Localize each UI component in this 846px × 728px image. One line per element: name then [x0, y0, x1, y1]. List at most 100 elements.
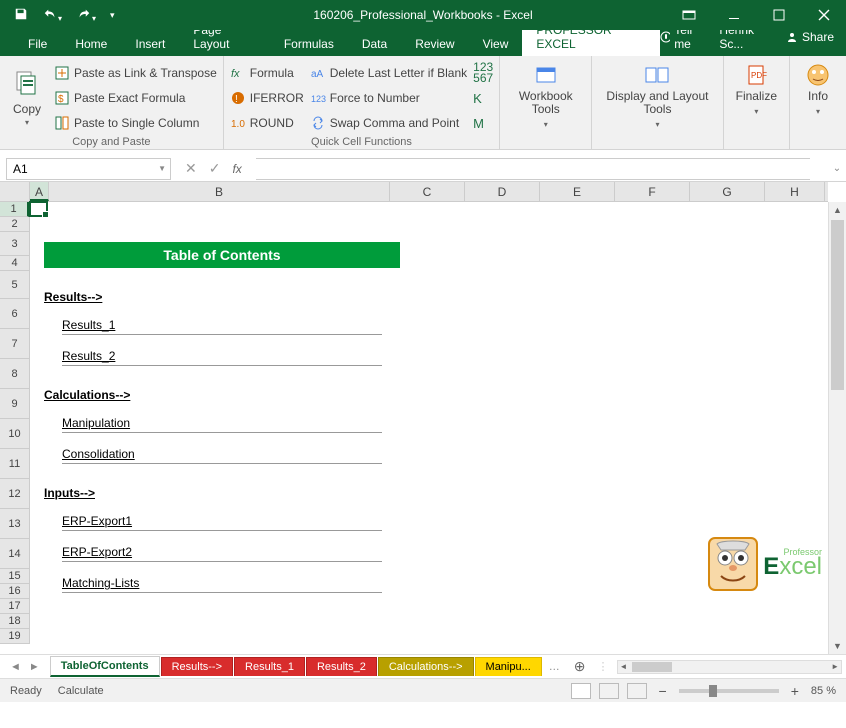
col-head-D[interactable]: D	[465, 182, 540, 201]
zoom-slider[interactable]	[679, 689, 779, 693]
horizontal-scrollbar[interactable]: ◄ ►	[617, 660, 842, 674]
zoom-out[interactable]: −	[655, 683, 671, 699]
row-head-10[interactable]: 10	[0, 419, 29, 449]
round-btn[interactable]: 1.0ROUND	[230, 112, 304, 134]
svg-text:aA: aA	[311, 69, 324, 80]
name-box[interactable]: A1▼	[6, 158, 171, 180]
status-ready: Ready	[10, 685, 42, 697]
row-head-16[interactable]: 16	[0, 584, 29, 599]
copy-button[interactable]: Copy ▾	[6, 60, 48, 134]
col-head-E[interactable]: E	[540, 182, 615, 201]
vertical-scrollbar[interactable]: ▲ ▼	[828, 202, 846, 654]
col-head-H[interactable]: H	[765, 182, 825, 201]
col-head-G[interactable]: G	[690, 182, 765, 201]
swap-comma[interactable]: Swap Comma and Point	[310, 112, 467, 134]
delete-last-letter[interactable]: aADelete Last Letter if Blank	[310, 62, 467, 84]
row-head-17[interactable]: 17	[0, 599, 29, 614]
minimize-icon[interactable]	[711, 0, 756, 30]
formula-input[interactable]	[256, 158, 810, 180]
workbook-tools[interactable]: Workbook Tools▾	[506, 60, 585, 145]
svg-text:1.0: 1.0	[231, 119, 245, 130]
tab-file[interactable]: File	[14, 33, 61, 56]
select-all-corner[interactable]	[0, 182, 30, 202]
finalize-btn[interactable]: PDF Finalize▾	[730, 60, 783, 145]
sheet-tab-toc[interactable]: TableOfContents	[50, 656, 160, 677]
sheet-nav-next[interactable]: ►	[29, 661, 40, 673]
row-head-5[interactable]: 5	[0, 271, 29, 299]
sheet-tab-results-1[interactable]: Results_1	[234, 657, 305, 676]
fx-icon[interactable]: fx	[232, 162, 241, 176]
paste-single-column[interactable]: Paste to Single Column	[54, 112, 217, 134]
row-head-12[interactable]: 12	[0, 479, 29, 509]
undo-icon[interactable]: ▾	[42, 7, 62, 24]
row-head-9[interactable]: 9	[0, 389, 29, 419]
paste-exact-formula[interactable]: $Paste Exact Formula	[54, 87, 217, 109]
col-head-B[interactable]: B	[49, 182, 390, 201]
tab-view[interactable]: View	[469, 33, 523, 56]
row-head-18[interactable]: 18	[0, 614, 29, 629]
view-pagelayout-icon[interactable]	[599, 683, 619, 699]
row-head-14[interactable]: 14	[0, 539, 29, 569]
expand-formula-bar[interactable]: ⌄	[828, 163, 846, 174]
row-head-4[interactable]: 4	[0, 256, 29, 271]
save-icon[interactable]	[14, 7, 28, 24]
zoom-level[interactable]: 85 %	[811, 685, 836, 697]
toc-link-results-2[interactable]: Results_2	[62, 349, 382, 366]
formula-btn[interactable]: fxFormula	[230, 62, 304, 84]
menu-tabs: File Home Insert Page Layout Formulas Da…	[0, 30, 846, 56]
iferror-btn[interactable]: !IFERROR	[230, 87, 304, 109]
row-head-19[interactable]: 19	[0, 629, 29, 644]
close-icon[interactable]	[801, 0, 846, 30]
view-pagebreak-icon[interactable]	[627, 683, 647, 699]
toc-link-consolidation[interactable]: Consolidation	[62, 447, 382, 464]
view-normal-icon[interactable]	[571, 683, 591, 699]
sheet-tab-calculations[interactable]: Calculations-->	[378, 657, 474, 676]
window-title: 160206_Professional_Workbooks - Excel	[313, 8, 532, 22]
col-head-F[interactable]: F	[615, 182, 690, 201]
add-sheet-button[interactable]: ⊕	[566, 658, 594, 675]
row-head-7[interactable]: 7	[0, 329, 29, 359]
tab-review[interactable]: Review	[401, 33, 468, 56]
col-head-C[interactable]: C	[390, 182, 465, 201]
thousands-btn[interactable]: 123 567	[473, 62, 493, 84]
toc-title: Table of Contents	[44, 242, 400, 268]
sheet-tab-manipulation[interactable]: Manipu...	[475, 657, 542, 676]
sheet-nav-prev[interactable]: ◄	[10, 661, 21, 673]
toc-link-erp1[interactable]: ERP-Export1	[62, 514, 382, 531]
row-head-3[interactable]: 3	[0, 232, 29, 256]
row-head-6[interactable]: 6	[0, 299, 29, 329]
cancel-formula-icon[interactable]: ✕	[185, 160, 197, 177]
row-head-15[interactable]: 15	[0, 569, 29, 584]
share-button[interactable]: Share	[786, 30, 834, 44]
force-number[interactable]: 123Force to Number	[310, 87, 467, 109]
display-layout-tools[interactable]: Display and Layout Tools▾	[598, 60, 716, 145]
row-head-13[interactable]: 13	[0, 509, 29, 539]
paste-link-transpose[interactable]: Paste as Link & Transpose	[54, 62, 217, 84]
tab-data[interactable]: Data	[348, 33, 401, 56]
row-head-2[interactable]: 2	[0, 217, 29, 232]
info-btn[interactable]: Info▾	[796, 60, 840, 145]
toc-link-manipulation[interactable]: Manipulation	[62, 416, 382, 433]
enter-formula-icon[interactable]: ✓	[209, 160, 221, 177]
col-head-A[interactable]: A	[30, 182, 49, 201]
m-btn[interactable]: M	[473, 112, 493, 134]
row-head-11[interactable]: 11	[0, 449, 29, 479]
ribbon-options-icon[interactable]	[666, 0, 711, 30]
redo-icon[interactable]: ▾	[76, 7, 96, 24]
toc-link-erp2[interactable]: ERP-Export2	[62, 545, 382, 562]
toc-link-results-1[interactable]: Results_1	[62, 318, 382, 335]
row-headers: 12345678910111213141516171819	[0, 202, 30, 644]
toc-link-matching[interactable]: Matching-Lists	[62, 576, 382, 593]
zoom-in[interactable]: +	[787, 683, 803, 699]
tab-formulas[interactable]: Formulas	[270, 33, 348, 56]
row-head-8[interactable]: 8	[0, 359, 29, 389]
row-head-1[interactable]: 1	[0, 202, 29, 217]
sheet-tab-results[interactable]: Results-->	[161, 657, 233, 676]
k-btn[interactable]: K	[473, 87, 493, 109]
tab-home[interactable]: Home	[61, 33, 121, 56]
sheet-tabs-more[interactable]: …	[543, 661, 566, 673]
sheet-tab-results-2[interactable]: Results_2	[306, 657, 377, 676]
tab-insert[interactable]: Insert	[121, 33, 179, 56]
maximize-icon[interactable]	[756, 0, 801, 30]
qat-customize-icon[interactable]: ▾	[110, 10, 115, 21]
